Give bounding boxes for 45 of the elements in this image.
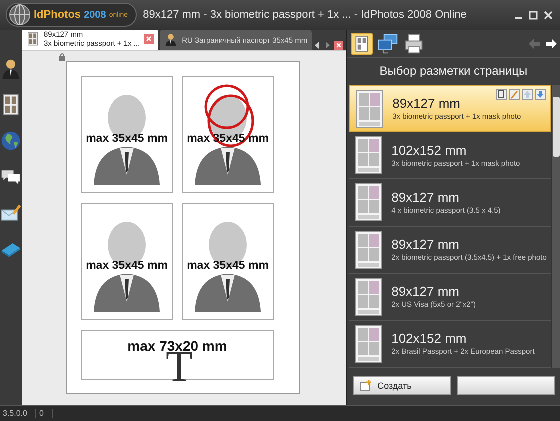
photo-slot[interactable]: max 35x45 mm bbox=[81, 76, 173, 193]
window-title: 89x127 mm - 3x biometric passport + 1x ... - IdPhotos 2008 Online bbox=[142, 9, 468, 21]
layout-size: 102x152 mm bbox=[392, 142, 468, 158]
maximize-icon[interactable] bbox=[528, 10, 539, 20]
panel-button[interactable] bbox=[456, 376, 555, 395]
monitors-icon[interactable] bbox=[376, 32, 399, 54]
layout-thumbnail-icon bbox=[354, 230, 382, 269]
layout-thumbnail-icon bbox=[354, 183, 382, 222]
layout-thumbnail-icon bbox=[354, 278, 382, 316]
layout-thumbnail-icon bbox=[354, 324, 382, 363]
panel-heading: Выбор разметки страницы bbox=[378, 63, 529, 80]
photo-slot[interactable]: max 35x45 mm bbox=[81, 203, 173, 320]
lock-icon bbox=[59, 53, 66, 61]
close-icon[interactable] bbox=[334, 41, 344, 50]
add-layout-icon bbox=[360, 380, 372, 392]
layout-thumbnail-icon bbox=[354, 136, 382, 174]
version-label: 3.5.0.0 bbox=[0, 409, 36, 418]
layout-thumbnail-icon bbox=[356, 90, 383, 128]
right-arrow-icon[interactable] bbox=[324, 41, 331, 50]
slot-label: max 35x45 mm bbox=[86, 260, 168, 272]
left-arrow-icon[interactable] bbox=[314, 41, 321, 50]
layout-size: 89x127 mm bbox=[392, 284, 461, 300]
person-icon bbox=[164, 32, 178, 48]
globe-icon bbox=[9, 4, 31, 26]
status-count: 0 bbox=[36, 409, 53, 418]
layout-icon[interactable] bbox=[350, 32, 373, 54]
layout-size: 89x127 mm bbox=[392, 190, 461, 205]
forward-arrow-icon[interactable] bbox=[546, 38, 557, 48]
photo-slot[interactable]: T max 73x20 mm bbox=[81, 330, 274, 380]
layout-size: 102x152 mm bbox=[392, 331, 468, 346]
globe-icon[interactable] bbox=[0, 130, 22, 152]
slot-label: max 35x45 mm bbox=[187, 260, 269, 272]
printer-icon[interactable] bbox=[402, 32, 425, 54]
layout-size: 89x127 mm bbox=[392, 237, 461, 252]
scrollbar[interactable] bbox=[550, 85, 560, 368]
close-icon[interactable] bbox=[543, 10, 554, 20]
down-arrow-icon[interactable] bbox=[534, 89, 546, 100]
envelope-pencil-icon[interactable] bbox=[0, 202, 22, 224]
photo-sheet-icon bbox=[26, 31, 40, 47]
create-button[interactable]: Создать bbox=[352, 376, 451, 395]
photo-sheet-icon[interactable] bbox=[0, 94, 22, 116]
layout-size: 89x127 mm bbox=[392, 96, 462, 112]
photo-slot[interactable]: max 35x45 mm bbox=[182, 203, 274, 320]
person-icon[interactable] bbox=[0, 58, 22, 80]
slot-label: max 35x45 mm bbox=[86, 132, 168, 144]
